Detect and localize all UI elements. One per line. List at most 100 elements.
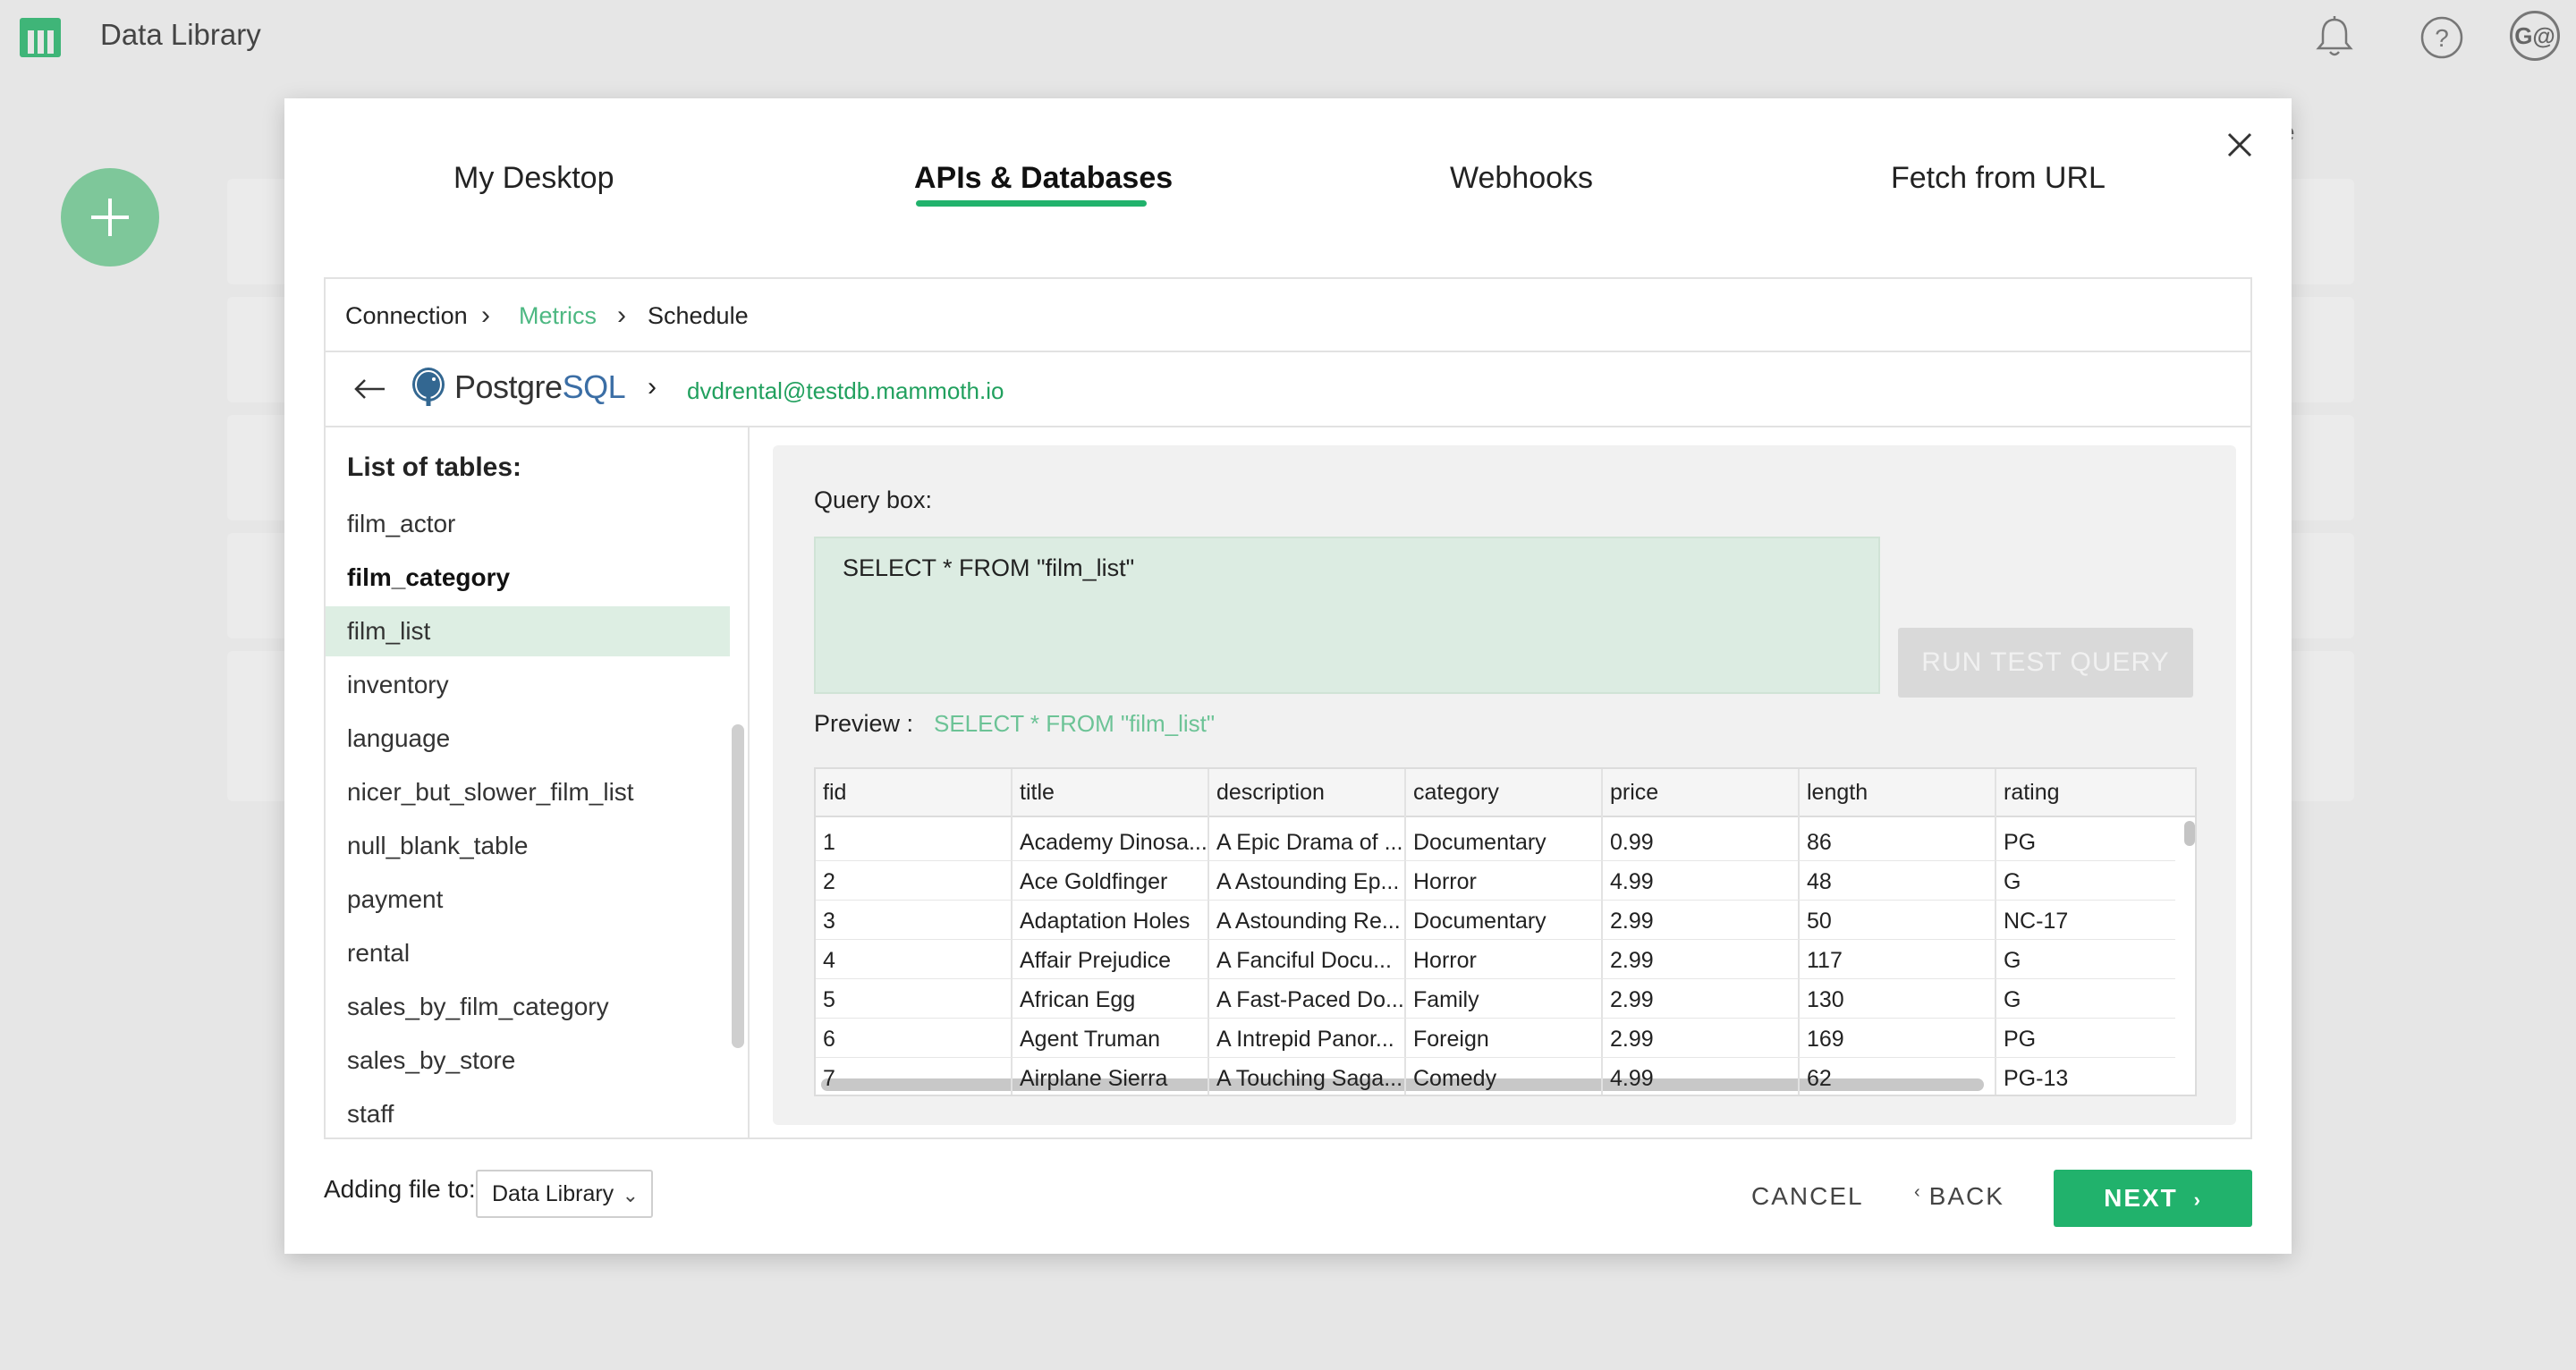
table-cell: Ace Goldfinger — [1020, 869, 1168, 894]
row-divider — [816, 860, 2175, 861]
query-input[interactable]: SELECT * FROM "film_list" — [814, 537, 1880, 694]
table-cell: 117 — [1807, 948, 1843, 973]
breadcrumb-metrics[interactable]: Metrics — [519, 302, 597, 330]
table-cell: 5 — [823, 987, 835, 1012]
column-header[interactable]: category — [1406, 780, 1599, 806]
tables-scrollbar[interactable] — [732, 724, 744, 1048]
table-list-item[interactable]: language — [326, 714, 730, 764]
table-cell: PG-13 — [2004, 1066, 2069, 1091]
tables-panel: filmfilm_actorfilm_categoryfilm_listinve… — [326, 427, 750, 1139]
preview-label: Preview : — [814, 710, 914, 737]
table-list-item[interactable]: staff — [326, 1089, 730, 1139]
table-cell: 7 — [823, 1066, 835, 1091]
table-cell: 1 — [823, 830, 835, 855]
table-cell: A Astounding Ep... — [1216, 869, 1400, 894]
table-list-item[interactable]: null_blank_table — [326, 821, 730, 871]
table-cell: G — [2004, 948, 2021, 973]
row-divider — [816, 900, 2175, 901]
active-tab-indicator — [916, 200, 1147, 207]
app-header: Data Library ? G@ — [0, 0, 2576, 79]
database-type-name: Postgre — [454, 368, 563, 405]
table-cell: 2.99 — [1610, 909, 1654, 934]
table-cell: G — [2004, 869, 2021, 894]
table-cell: 3 — [823, 909, 835, 934]
user-avatar[interactable]: G@ — [2510, 11, 2560, 61]
column-header[interactable]: price — [1603, 780, 1796, 806]
table-list-item[interactable]: sales_by_film_category — [326, 982, 730, 1032]
tables-heading: List of tables: — [326, 442, 719, 488]
table-cell: 4 — [823, 948, 835, 973]
tab-apis-databases[interactable]: APIs & Databases — [914, 161, 1173, 196]
table-cell: 50 — [1807, 909, 1832, 934]
next-button[interactable]: NEXT › — [2054, 1170, 2252, 1227]
plus-icon — [91, 199, 129, 236]
table-cell: Adaptation Holes — [1020, 909, 1191, 934]
table-cell: 6 — [823, 1027, 835, 1052]
connection-separator: › — [648, 372, 657, 402]
table-cell: PG — [2004, 1027, 2037, 1052]
destination-select-value: Data Library — [492, 1181, 614, 1206]
column-header[interactable]: rating — [1996, 780, 2190, 806]
destination-select[interactable]: Data Library ⌄ — [476, 1170, 653, 1218]
tab-webhooks[interactable]: Webhooks — [1450, 161, 1593, 196]
back-button-label: BACK — [1928, 1182, 2004, 1210]
column-header[interactable]: length — [1800, 780, 1993, 806]
connection-link[interactable]: dvdrental@testdb.mammoth.io — [687, 377, 1004, 405]
table-cell: 2.99 — [1610, 948, 1654, 973]
bell-icon[interactable] — [2308, 11, 2361, 64]
table-cell: 169 — [1807, 1027, 1844, 1052]
table-list-item[interactable]: film_list — [326, 606, 730, 656]
tab-fetch-from-url[interactable]: Fetch from URL — [1891, 161, 2106, 196]
query-box-label: Query box: — [814, 486, 933, 513]
table-list-item[interactable]: sales_by_store — [326, 1036, 730, 1086]
column-header[interactable]: fid — [816, 780, 1009, 806]
database-type-suffix: SQL — [562, 368, 626, 405]
row-divider — [816, 978, 2175, 979]
table-list-item[interactable]: rental — [326, 928, 730, 978]
add-button[interactable] — [61, 168, 159, 266]
back-button[interactable]: ‹ BACK — [1914, 1182, 2004, 1211]
column-header[interactable]: description — [1209, 780, 1402, 806]
breadcrumb-connection[interactable]: Connection — [345, 302, 468, 330]
breadcrumb: Connection › Metrics › Schedule — [326, 279, 2250, 352]
table-cell: Horror — [1413, 948, 1477, 973]
table-list-item[interactable]: film_category — [326, 553, 730, 603]
back-arrow-icon[interactable] — [352, 376, 388, 402]
table-cell: 86 — [1807, 830, 1832, 855]
table-cell: 62 — [1807, 1066, 1832, 1091]
preview-query-text: SELECT * FROM "film_list" — [934, 710, 1216, 737]
close-icon[interactable] — [2216, 122, 2263, 168]
mammoth-logo-icon[interactable] — [20, 18, 61, 57]
column-header[interactable]: title — [1013, 780, 1206, 806]
run-test-query-button[interactable]: RUN TEST QUERY — [1898, 628, 2193, 698]
table-cell: 2.99 — [1610, 1027, 1654, 1052]
breadcrumb-separator: › — [481, 300, 490, 330]
database-type-label: PostgreSQL — [454, 368, 626, 406]
table-cell: Airplane Sierra — [1020, 1066, 1168, 1091]
row-divider — [816, 1057, 2175, 1058]
preview-table-header: fid title description category price length ra… — [816, 769, 2195, 817]
chevron-right-icon: › — [2193, 1188, 2202, 1211]
table-cell: African Egg — [1020, 987, 1136, 1012]
table-list-item[interactable]: payment — [326, 875, 730, 925]
table-cell: 4.99 — [1610, 1066, 1654, 1091]
table-cell: Documentary — [1413, 909, 1546, 934]
table-list-item[interactable]: nicer_but_slower_film_list — [326, 767, 730, 817]
tab-my-desktop[interactable]: My Desktop — [453, 161, 614, 196]
table-cell: Horror — [1413, 869, 1477, 894]
table-cell: Affair Prejudice — [1020, 948, 1172, 973]
cancel-button[interactable]: CANCEL — [1751, 1182, 1864, 1211]
help-icon[interactable]: ? — [2415, 11, 2469, 64]
table-list-item[interactable]: inventory — [326, 660, 730, 710]
app-title: Data Library — [100, 18, 261, 51]
table-cell: Comedy — [1413, 1066, 1497, 1091]
breadcrumb-schedule[interactable]: Schedule — [648, 302, 749, 330]
table-cell: 2.99 — [1610, 987, 1654, 1012]
table-cell: 48 — [1807, 869, 1832, 894]
next-button-label: NEXT — [2104, 1184, 2178, 1212]
table-cell: 130 — [1807, 987, 1844, 1012]
svg-text:?: ? — [2435, 24, 2449, 52]
chevron-down-icon: ⌄ — [622, 1184, 639, 1206]
breadcrumb-separator: › — [617, 300, 626, 330]
table-list-item[interactable]: film_actor — [326, 499, 730, 549]
